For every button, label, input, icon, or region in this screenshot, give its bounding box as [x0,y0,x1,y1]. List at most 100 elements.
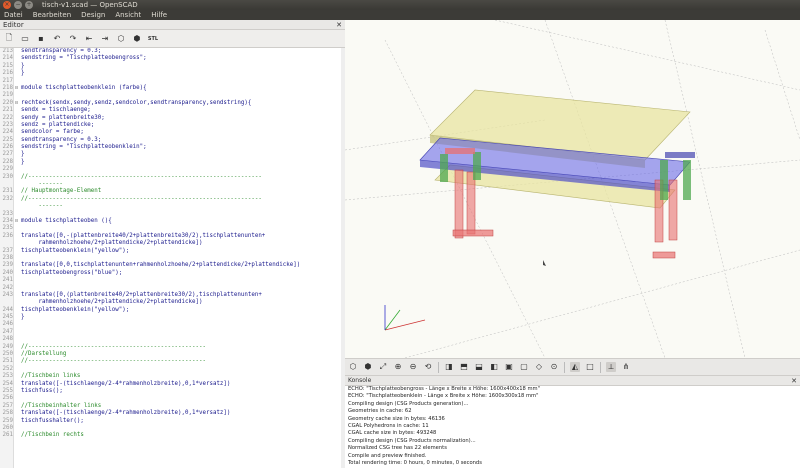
code-text: module tischplatteobenklein (farbe){ [21,84,147,91]
reset-view-icon[interactable]: ⟲ [423,362,433,372]
indent-icon[interactable]: ⇥ [100,34,110,44]
console-close-icon[interactable]: ✕ [791,376,797,386]
menu-design[interactable]: Design [81,10,105,20]
code-line: 248 [0,336,345,343]
fold-marker[interactable]: ⊟ [15,85,20,92]
line-number: 230 [2,173,13,180]
orthogonal-icon[interactable]: □ [585,362,595,372]
line-number: 236 [2,232,13,239]
new-file-icon[interactable]: 🗋 [4,33,14,44]
window-maximize-button[interactable]: + [25,1,33,9]
code-text: sendtransparency = 0.3; [21,136,102,143]
line-number: 243 [2,291,13,298]
code-line: 257 //Tischbeinhalter links [0,403,345,410]
code-line: 223 sendz = plattendicke; [0,122,345,129]
console-line: ECHO: "Tischplatteobenklein - Länge x Br… [348,393,539,400]
line-number: 233 [2,210,13,217]
preview-icon[interactable]: ⬡ [116,34,126,44]
show-axes-icon[interactable]: ⟂ [606,362,616,372]
code-line: 256 [0,395,345,402]
menu-ansicht[interactable]: Ansicht [115,10,141,20]
view-diagonal-icon[interactable]: ◇ [534,362,544,372]
unindent-icon[interactable]: ⇤ [84,34,94,44]
preview-icon[interactable]: ⬡ [348,362,358,372]
editor-toolbar: 🗋 ▭ ▪ ↶ ↷ ⇤ ⇥ ⬡ ⬢ STL [0,30,345,48]
code-text: } [21,62,25,69]
zoom-all-icon[interactable]: ⤢ [378,362,388,372]
window-close-button[interactable]: × [3,1,11,9]
line-number: 241 [2,277,13,284]
console-line: Total rendering time: 0 hours, 0 minutes… [348,460,482,467]
undo-icon[interactable]: ↶ [52,34,62,44]
console-line: Compiling design (CSG Products normaliza… [348,437,476,444]
line-number: 242 [2,284,13,291]
show-edges-icon[interactable]: ⋔ [621,362,631,372]
code-line: 232 //-----------------------------------… [0,196,345,203]
code-text: //--------------------------------------… [21,195,262,202]
code-line: 214 sendstring = "Tischplatteobengross"; [0,55,345,62]
line-number: 255 [2,387,13,394]
view-center-icon[interactable]: ⊙ [549,362,559,372]
code-line: 258 translate([-(tischlaenge/2-4*rahmenho… [0,410,345,417]
3d-viewport[interactable] [345,20,800,358]
view-back-icon[interactable]: ▢ [519,362,529,372]
code-text: //Tischbein links [21,373,81,380]
code-text: translate([-(tischlaenge/2-4*rahmenholzb… [21,380,231,387]
code-line: 255 tischfuss(); [0,388,345,395]
code-line: 242 [0,285,345,292]
code-line: 253 //Tischbein links [0,373,345,380]
line-number: 250 [2,351,13,358]
export-stl-icon[interactable]: STL [148,34,158,44]
code-line: 237 tischplatteobenklein("yellow"); [0,248,345,255]
save-icon[interactable]: ▪ [36,34,46,44]
editor-title: Editor [3,21,24,29]
code-line: 261 //Tischbein rechts [0,432,345,439]
code-text: module tischplatteoben (){ [21,217,112,224]
line-number: 224 [2,129,13,136]
view-right-icon[interactable]: ◨ [444,362,454,372]
redo-icon[interactable]: ↷ [68,34,78,44]
view-front-icon[interactable]: ▣ [504,362,514,372]
menu-datei[interactable]: Datei [4,10,23,20]
code-text: } [21,70,25,77]
open-file-icon[interactable]: ▭ [20,34,30,44]
code-line: 227} [0,151,345,158]
code-text: } [21,151,25,158]
editor-close-icon[interactable]: ✕ [336,20,342,30]
code-text: } [21,158,25,165]
window-titlebar: × − + tisch-v1.scad — OpenSCAD [0,0,800,10]
code-text: rahmenholzhoehe/2+plattendicke/2+platten… [21,299,203,306]
perspective-icon[interactable]: ◭ [570,362,580,372]
line-number: 218 [2,84,13,91]
view-bottom-icon[interactable]: ⬓ [474,362,484,372]
render-icon[interactable]: ⬢ [363,362,373,372]
line-number: 254 [2,380,13,387]
line-number: 261 [2,432,13,439]
view-left-icon[interactable]: ◧ [489,362,499,372]
code-line: 250 //Darstellung [0,351,345,358]
window-controls: × − + [3,1,33,9]
render-icon[interactable]: ⬢ [132,34,142,44]
code-line: 219 [0,92,345,99]
editor-header: Editor ✕ [0,20,345,30]
code-line: rahmenholzhoehe/2+plattendicke/2+platten… [0,240,345,247]
code-text: //--------------------------------------… [21,173,262,180]
code-line: 221 sendx = tischlaenge; [0,107,345,114]
window-minimize-button[interactable]: − [14,1,22,9]
code-line: ------- [0,203,345,210]
fold-marker[interactable]: ⊟ [15,218,20,225]
code-line: 217 [0,78,345,85]
code-line: 234 ⊟ module tischplatteoben (){ [0,218,345,225]
line-number: 220 [2,99,13,106]
view-top-icon[interactable]: ⬒ [459,362,469,372]
code-text: tischplatteobengross("blue"); [21,269,123,276]
fold-marker[interactable]: ⊟ [15,100,20,107]
console-title: Konsole [348,377,372,384]
code-line: ------- [0,181,345,188]
code-line: 243 translate([0,(plattenbreite40/2+platt… [0,292,345,299]
menu-bearbeiten[interactable]: Bearbeiten [33,10,71,20]
code-editor[interactable]: 213 sendtransparency = 0.3; 214 sendstring … [0,48,345,468]
zoom-in-icon[interactable]: ⊕ [393,362,403,372]
menu-hilfe[interactable]: Hilfe [151,10,167,20]
zoom-out-icon[interactable]: ⊖ [408,362,418,372]
